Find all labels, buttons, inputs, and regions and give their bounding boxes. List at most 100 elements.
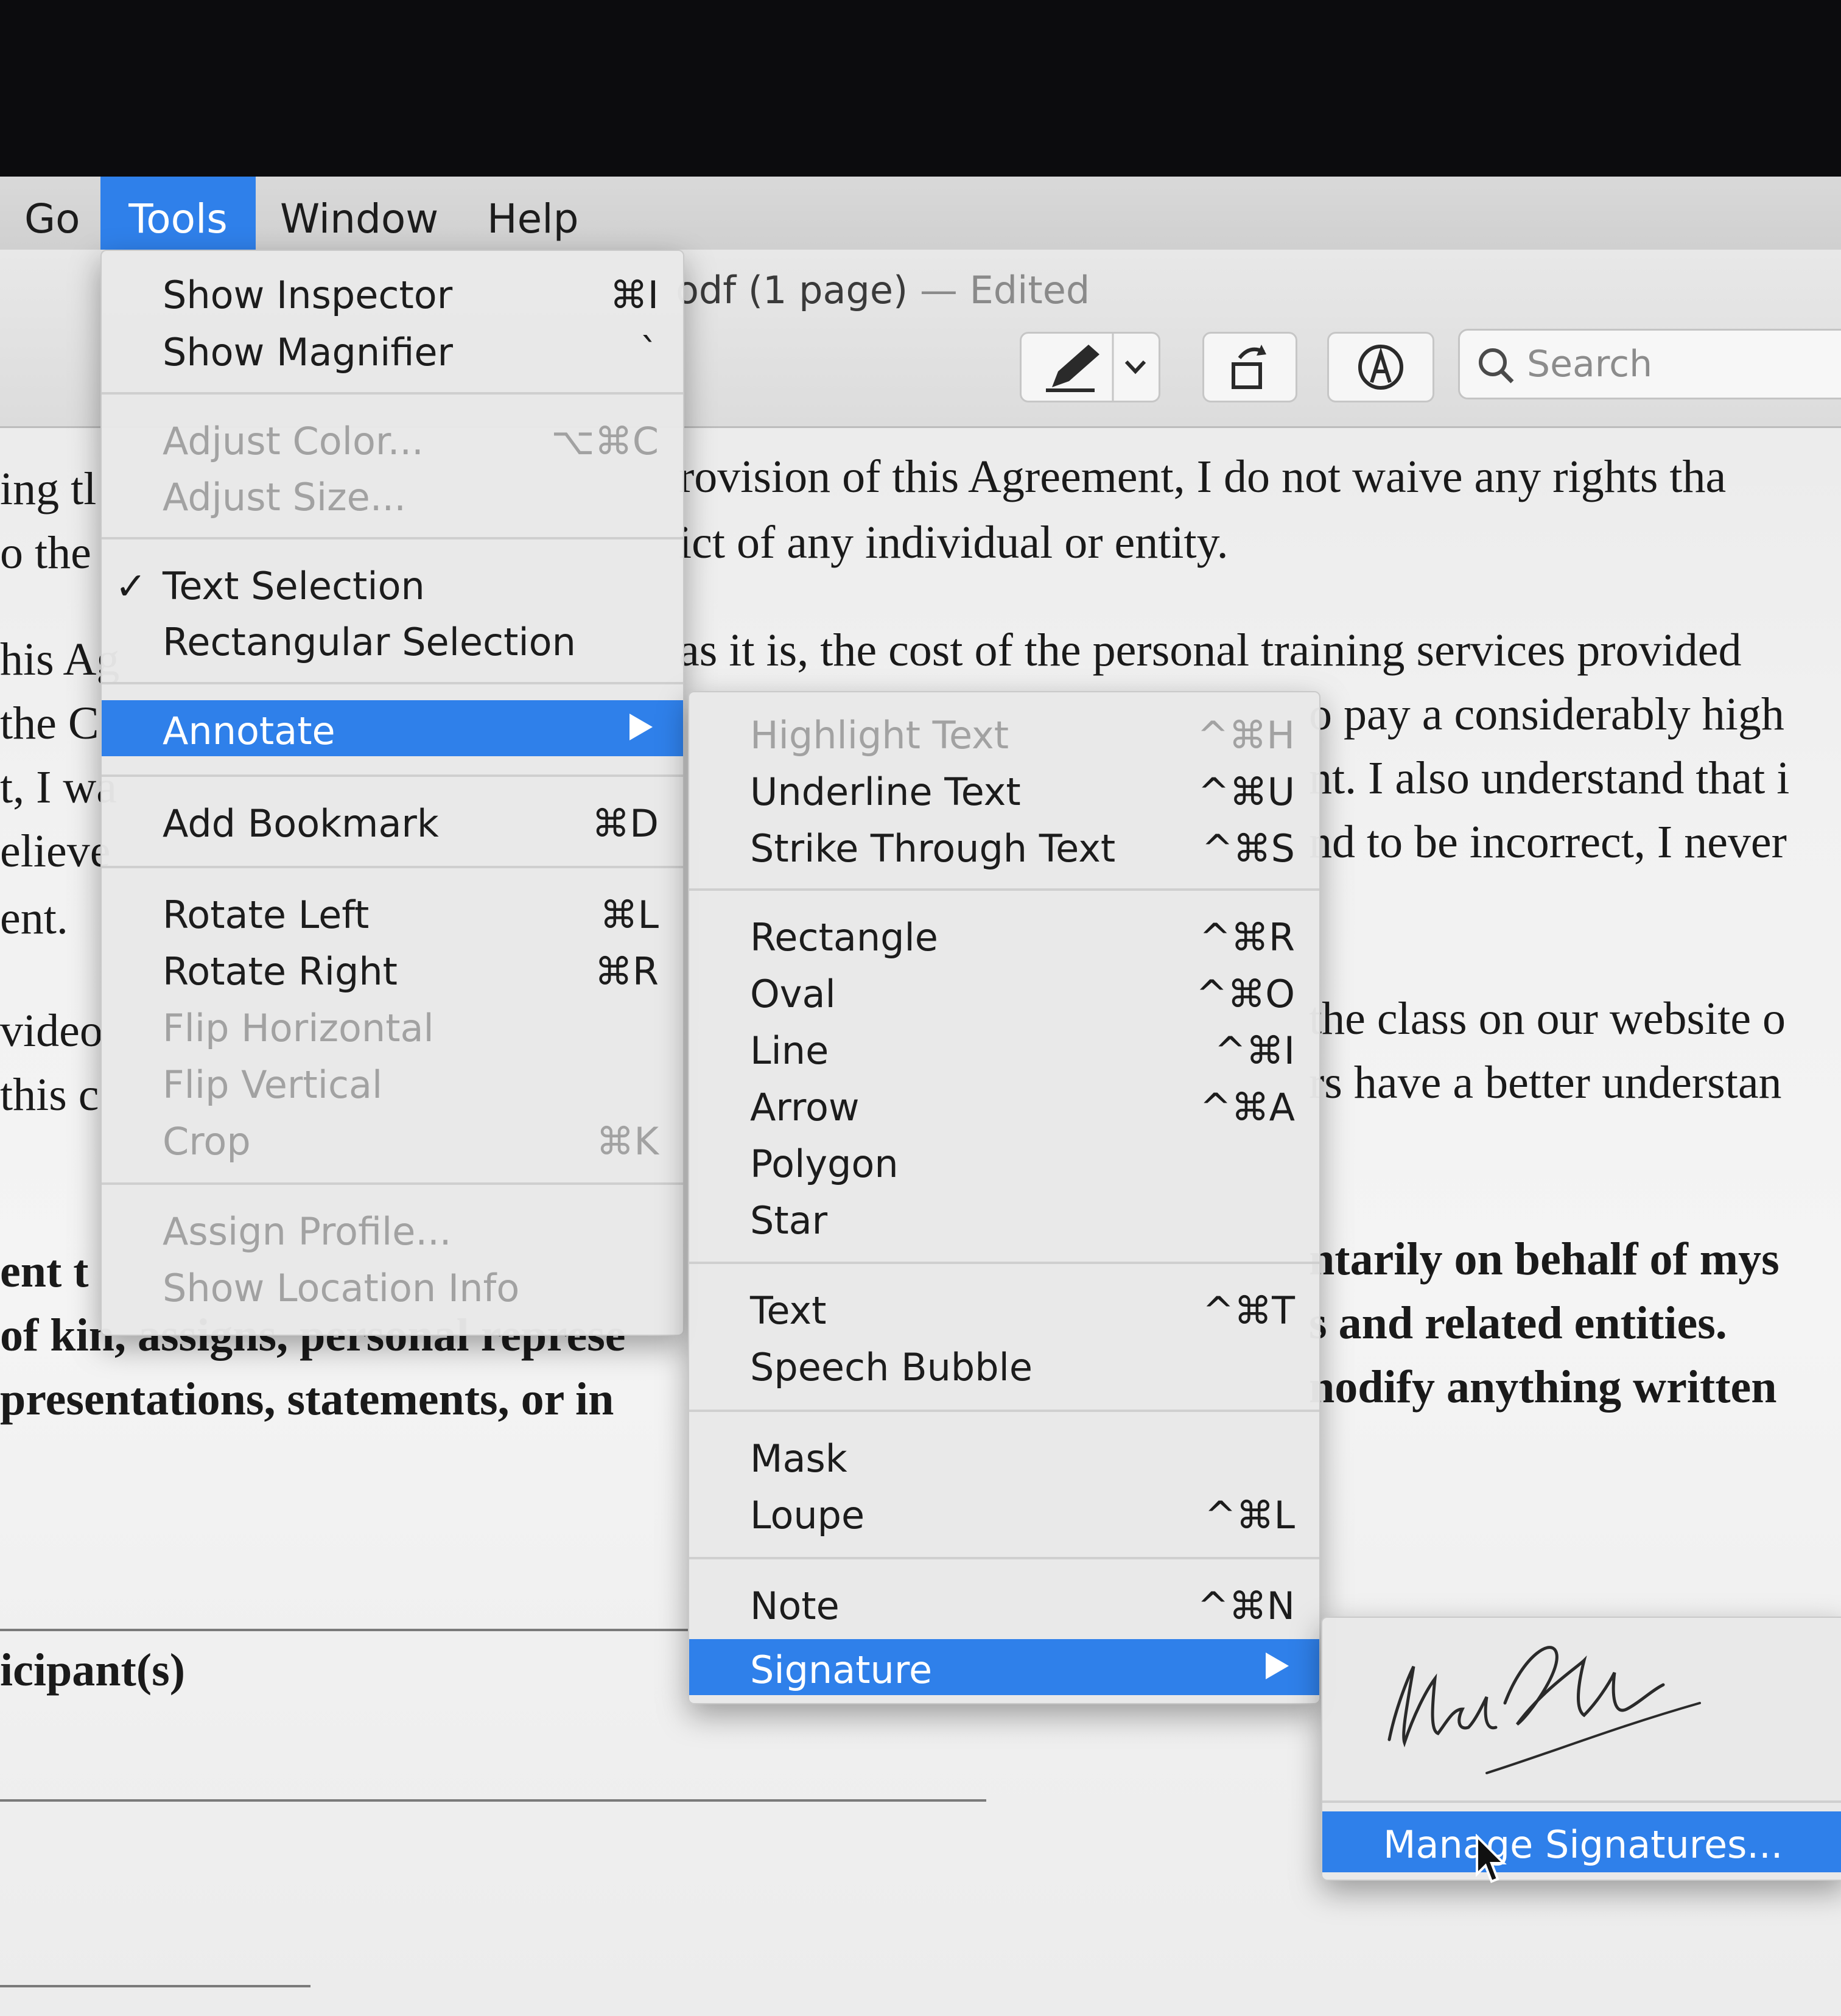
signature-submenu: Manage Signatures...: [1321, 1617, 1841, 1881]
doc-line: elieve: [0, 826, 111, 877]
menu-item-crop[interactable]: Crop ⌘K: [102, 1111, 683, 1167]
menu-item-label: Show Location Info: [163, 1266, 520, 1310]
menu-item-shortcut: ^⌘U: [1198, 770, 1295, 814]
saved-signature[interactable]: [1322, 1618, 1841, 1791]
menu-window[interactable]: Window: [256, 177, 463, 256]
menu-item-loupe[interactable]: Loupe ^⌘L: [689, 1484, 1319, 1540]
menu-item-shortcut: ⌘D: [592, 801, 659, 846]
menu-item-label: Signature: [750, 1648, 933, 1692]
menu-separator: [689, 1557, 1319, 1559]
manage-signatures-button[interactable]: Manage Signatures...: [1322, 1811, 1841, 1872]
menu-item-label: Underline Text: [750, 770, 1021, 814]
doc-line: this c: [0, 1069, 99, 1120]
doc-line: as it is, the cost of the personal train…: [679, 625, 1742, 676]
menu-separator: [102, 682, 683, 684]
rotate-button[interactable]: [1202, 332, 1297, 402]
menu-item-arrow[interactable]: Arrow ^⌘A: [689, 1076, 1319, 1133]
menu-item-adjust-color[interactable]: Adjust Color... ⌥⌘C: [102, 410, 683, 466]
menu-item-speech-bubble[interactable]: Speech Bubble: [689, 1336, 1319, 1393]
markup-icon: [1358, 345, 1403, 390]
menu-item-oval[interactable]: Oval ^⌘O: [689, 963, 1319, 1019]
menu-help[interactable]: Help: [463, 177, 603, 256]
menu-separator: [1322, 1800, 1841, 1803]
menu-item-label: Manage Signatures...: [1383, 1822, 1783, 1867]
search-icon: [1479, 348, 1514, 384]
menu-item-strike-through-text[interactable]: Strike Through Text ^⌘S: [689, 818, 1319, 874]
menu-item-text-selection[interactable]: ✓ Text Selection: [102, 555, 683, 611]
menu-item-line[interactable]: Line ^⌘I: [689, 1020, 1319, 1076]
menu-item-highlight-text[interactable]: Highlight Text ^⌘H: [689, 704, 1319, 760]
markup-toolbar-button[interactable]: [1327, 332, 1434, 402]
menu-item-shortcut: ⌘R: [594, 949, 659, 994]
markup-pen-button[interactable]: [1020, 332, 1160, 402]
menu-tools[interactable]: Tools: [100, 177, 256, 256]
doc-line: ent.: [0, 893, 68, 944]
menu-item-shortcut: ^⌘R: [1199, 915, 1295, 960]
menu-item-shortcut: `: [640, 330, 659, 374]
signature-line: [0, 1629, 688, 1631]
doc-line: o the: [0, 527, 91, 578]
search-input[interactable]: Search: [1458, 329, 1841, 399]
menu-item-label: Note: [750, 1584, 840, 1628]
menu-item-note[interactable]: Note ^⌘N: [689, 1575, 1319, 1631]
doc-line: s and related entities.: [1309, 1298, 1727, 1349]
menu-item-star[interactable]: Star: [689, 1190, 1319, 1246]
menu-separator: [102, 1182, 683, 1185]
menu-item-polygon[interactable]: Polygon: [689, 1133, 1319, 1189]
menu-item-shortcut: ⌥⌘C: [551, 419, 659, 463]
menu-item-add-bookmark[interactable]: Add Bookmark ⌘D: [102, 793, 683, 849]
menu-item-rectangular-selection[interactable]: Rectangular Selection: [102, 611, 683, 667]
menu-go[interactable]: Go: [0, 177, 105, 256]
menu-item-rotate-left[interactable]: Rotate Left ⌘L: [102, 884, 683, 940]
menu-item-show-inspector[interactable]: Show Inspector ⌘I: [102, 264, 683, 320]
menu-item-flip-horizontal[interactable]: Flip Horizontal: [102, 997, 683, 1053]
menu-item-label: Crop: [163, 1119, 251, 1164]
menu-separator: [102, 392, 683, 395]
menu-item-signature[interactable]: Signature: [689, 1639, 1319, 1695]
menu-item-shortcut: ⌘I: [609, 273, 659, 317]
menu-separator: [689, 1410, 1319, 1412]
menu-item-label: Polygon: [750, 1142, 899, 1186]
submenu-arrow-icon: [1266, 1652, 1289, 1679]
menu-item-shortcut: ⌘K: [596, 1119, 659, 1164]
handwritten-signature-image: [1387, 1646, 1701, 1774]
menu-item-label: Add Bookmark: [163, 801, 439, 846]
menu-item-text[interactable]: Text ^⌘T: [689, 1280, 1319, 1336]
menu-item-adjust-size[interactable]: Adjust Size...: [102, 466, 683, 522]
menu-item-label: Rotate Left: [163, 893, 370, 937]
menu-item-label: Flip Horizontal: [163, 1006, 434, 1050]
menu-item-show-magnifier[interactable]: Show Magnifier `: [102, 321, 683, 378]
doc-line: nodify anything written: [1309, 1361, 1777, 1413]
menu-item-mask[interactable]: Mask: [689, 1428, 1319, 1484]
menu-bar: Go Tools Window Help: [0, 177, 1841, 257]
signature-line: [0, 1799, 986, 1802]
menu-item-label: Show Magnifier: [163, 330, 454, 374]
menu-item-label: Rotate Right: [163, 949, 398, 994]
submenu-arrow-icon: [629, 714, 653, 740]
menu-item-label: Text Selection: [163, 564, 425, 608]
doc-line: rs have a better understan: [1309, 1057, 1782, 1108]
menu-item-shortcut: ^⌘O: [1196, 972, 1295, 1016]
menu-item-label: Rectangle: [750, 915, 938, 960]
window-title: odf (1 page) — Edited: [676, 268, 1090, 312]
menu-item-label: Assign Profile...: [163, 1209, 452, 1254]
menu-item-assign-profile[interactable]: Assign Profile...: [102, 1201, 683, 1257]
menu-separator: [102, 866, 683, 868]
menu-item-label: Adjust Color...: [163, 419, 424, 463]
menu-item-rectangle[interactable]: Rectangle ^⌘R: [689, 907, 1319, 963]
menu-item-rotate-right[interactable]: Rotate Right ⌘R: [102, 941, 683, 997]
menu-item-underline-text[interactable]: Underline Text ^⌘U: [689, 761, 1319, 817]
menu-item-annotate[interactable]: Annotate: [102, 700, 683, 756]
menu-item-shortcut: ^⌘S: [1201, 826, 1295, 871]
tools-menu: Show Inspector ⌘I Show Magnifier ` Adjus…: [100, 250, 684, 1336]
doc-line: video: [0, 1005, 103, 1056]
menu-item-show-location-info[interactable]: Show Location Info: [102, 1257, 683, 1313]
menu-separator: [689, 1262, 1319, 1264]
window-title-status: — Edited: [919, 268, 1090, 312]
chevron-down-icon: [1124, 360, 1146, 374]
menu-item-shortcut: ^⌘L: [1204, 1493, 1296, 1537]
menu-item-label: Annotate: [163, 709, 335, 753]
menu-item-flip-vertical[interactable]: Flip Vertical: [102, 1054, 683, 1110]
checkmark-icon: ✓: [115, 564, 147, 608]
mouse-cursor-icon: [1476, 1834, 1507, 1883]
